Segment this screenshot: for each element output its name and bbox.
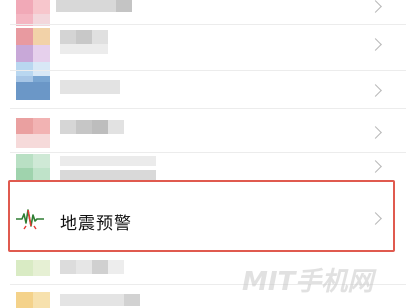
chevron-right-icon (369, 84, 382, 97)
chevron-right-icon (369, 38, 382, 51)
blurred-icon (16, 118, 33, 134)
blurred-icon (16, 0, 33, 14)
blurred-label (60, 80, 120, 94)
blurred-label (60, 156, 156, 166)
blurred-icon (16, 28, 33, 45)
blurred-icon-tile (33, 260, 50, 276)
blurred-label-tile (60, 44, 108, 54)
blurred-icon (16, 154, 33, 168)
row-divider (10, 108, 406, 109)
chevron-right-icon (369, 160, 382, 173)
blurred-icon-tile (16, 45, 33, 62)
blurred-icon-tile (16, 82, 50, 100)
blurred-icon-tile (16, 134, 50, 148)
blurred-icon (16, 292, 33, 308)
blurred-label (60, 30, 76, 44)
blurred-label-tile (76, 120, 92, 134)
watermark-logo: MIT手机网 (242, 267, 377, 297)
blurred-icon-tile (33, 0, 50, 14)
blurred-label-tile (92, 30, 108, 44)
settings-row-blurred-3[interactable] (0, 72, 406, 112)
blurred-icon-tile (33, 154, 50, 168)
blurred-label (60, 260, 76, 274)
blurred-label-tile (92, 260, 108, 274)
blurred-icon-tile (33, 118, 50, 134)
highlight-box (8, 180, 395, 252)
chevron-right-icon (369, 0, 382, 13)
blurred-label (56, 0, 116, 12)
settings-row-blurred-4[interactable] (0, 116, 406, 154)
blurred-icon-tile (33, 292, 50, 308)
blurred-label-tile (116, 0, 132, 12)
blurred-label (60, 120, 76, 134)
row-divider (10, 70, 406, 71)
blurred-icon (16, 260, 33, 276)
blurred-label-tile (108, 260, 124, 274)
blurred-label-tile (76, 260, 92, 274)
chevron-right-icon (369, 126, 382, 139)
blurred-icon-tile (33, 45, 50, 62)
blurred-icon-tile (33, 28, 50, 45)
blurred-label-tile (76, 30, 92, 44)
blurred-label-tile (124, 294, 140, 306)
blurred-label-tile (92, 120, 108, 134)
blurred-label (60, 294, 124, 306)
blurred-label-tile (108, 120, 124, 134)
watermark-text: MIT手机网 (242, 267, 377, 297)
